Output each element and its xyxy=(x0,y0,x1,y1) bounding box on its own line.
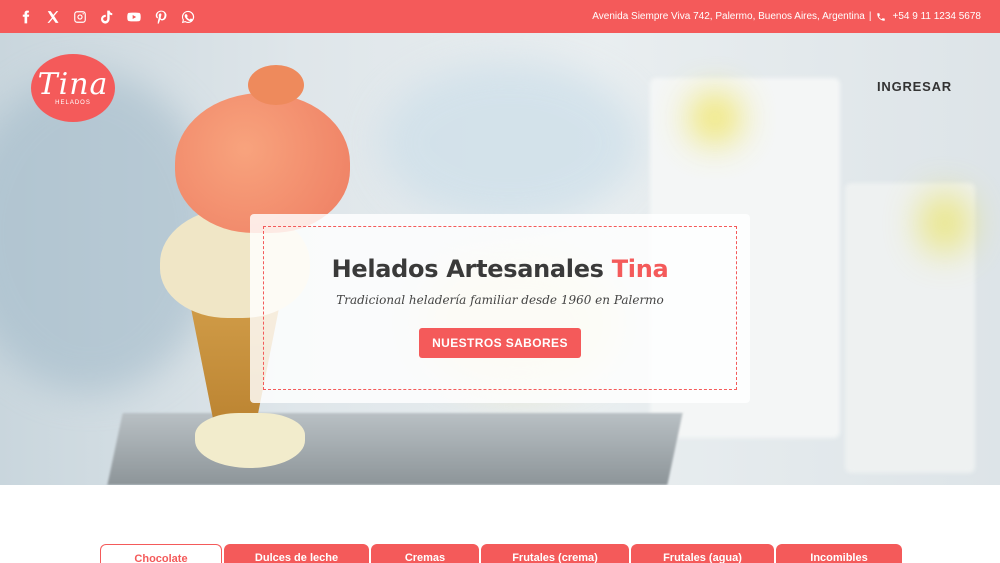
info-separator: | xyxy=(868,11,872,22)
tab-cremas[interactable]: Cremas xyxy=(371,544,479,563)
brand-logo[interactable]: Tina HELADOS xyxy=(31,54,115,122)
hero-subtitle: Tradicional heladería familiar desde 196… xyxy=(336,293,664,307)
whatsapp-icon[interactable] xyxy=(179,8,197,26)
hero-card-frame: Helados Artesanales Tina Tradicional hel… xyxy=(263,226,737,390)
flavor-tabs: Chocolate Dulces de leche Cremas Frutale… xyxy=(100,544,902,563)
tiktok-icon[interactable] xyxy=(98,8,116,26)
hero-title-accent: Tina xyxy=(611,255,669,283)
address-text: Avenida Siempre Viva 742, Palermo, Bueno… xyxy=(592,11,865,22)
tab-frutales-agua[interactable]: Frutales (agua) xyxy=(631,544,774,563)
pinterest-icon[interactable] xyxy=(152,8,170,26)
social-links xyxy=(17,8,197,26)
logo-subtitle: HELADOS xyxy=(55,99,91,106)
logo-wordmark: Tina xyxy=(37,66,109,102)
hero-banner: Tina HELADOS INGRESAR Helados Artesanale… xyxy=(0,33,1000,485)
x-icon[interactable] xyxy=(44,8,62,26)
tab-frutales-crema[interactable]: Frutales (crema) xyxy=(481,544,629,563)
youtube-icon[interactable] xyxy=(125,8,143,26)
phone-icon xyxy=(876,12,886,22)
instagram-icon[interactable] xyxy=(71,8,89,26)
hero-title-main: Helados Artesanales xyxy=(331,255,604,283)
tab-dulces-de-leche[interactable]: Dulces de leche xyxy=(224,544,369,563)
hero-title: Helados Artesanales Tina xyxy=(332,255,669,283)
tab-chocolate[interactable]: Chocolate xyxy=(100,544,222,563)
top-bar: Avenida Siempre Viva 742, Palermo, Bueno… xyxy=(0,0,1000,33)
flavors-button[interactable]: NUESTROS SABORES xyxy=(419,328,581,358)
contact-info: Avenida Siempre Viva 742, Palermo, Bueno… xyxy=(592,11,981,22)
facebook-icon[interactable] xyxy=(17,8,35,26)
tab-incomibles[interactable]: Incomibles xyxy=(776,544,902,563)
phone-text[interactable]: +54 9 11 1234 5678 xyxy=(892,11,981,22)
login-link[interactable]: INGRESAR xyxy=(877,79,952,94)
hero-card: Helados Artesanales Tina Tradicional hel… xyxy=(250,214,750,403)
